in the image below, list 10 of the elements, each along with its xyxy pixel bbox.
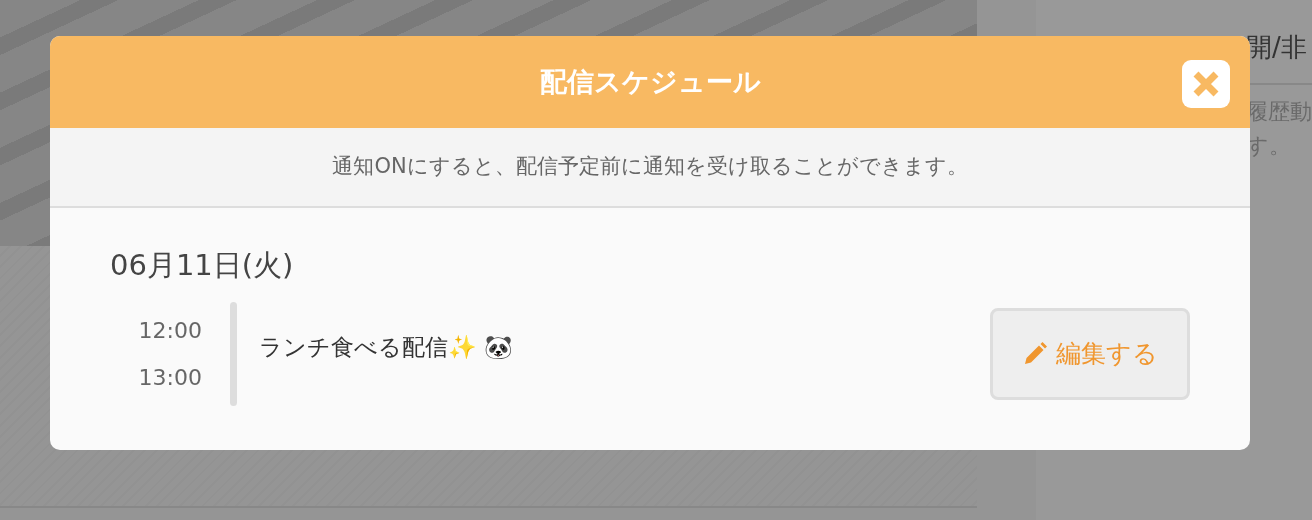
close-button[interactable] xyxy=(1182,60,1230,108)
edit-button[interactable]: 編集する xyxy=(990,307,1190,400)
event-title: ランチ食べる配信✨ 🐼 xyxy=(259,333,515,363)
start-time: 12:00 xyxy=(137,316,202,345)
pencil-icon xyxy=(1022,340,1048,367)
date-heading: 06月11日(火) xyxy=(110,247,295,284)
modal-title: 配信スケジュール xyxy=(539,64,761,99)
end-time: 13:00 xyxy=(137,363,202,392)
notice-text: 通知ONにすると、配信予定前に通知を受け取ることができます。 xyxy=(332,153,968,181)
close-icon xyxy=(1192,70,1220,98)
